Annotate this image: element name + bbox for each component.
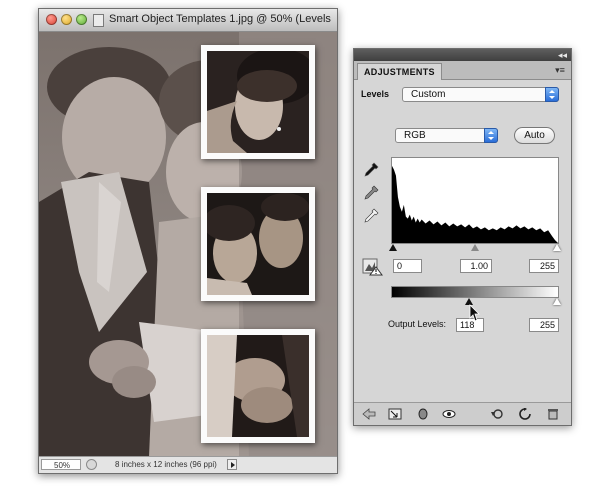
clipping-warning-icon[interactable] — [362, 258, 384, 276]
zoom-window-button[interactable] — [76, 14, 87, 25]
channel-select[interactable]: RGB — [395, 128, 498, 143]
panel-bottom-toolbar — [354, 402, 571, 425]
white-point-eyedropper-icon[interactable] — [363, 208, 379, 224]
clip-to-layer-icon[interactable] — [416, 408, 430, 420]
output-white-field[interactable]: 255 — [529, 318, 559, 332]
panel-tab-bar: ADJUSTMENTS ▾≡ — [354, 61, 571, 80]
document-titlebar[interactable]: Smart Object Templates 1.jpg @ 50% (Leve… — [39, 9, 337, 32]
input-white-field[interactable]: 255 — [529, 259, 559, 273]
expanded-view-icon[interactable] — [388, 408, 402, 420]
reset-icon[interactable] — [518, 408, 532, 420]
auto-button[interactable]: Auto — [514, 127, 555, 144]
preset-select[interactable]: Custom — [402, 87, 559, 102]
gray-point-eyedropper-icon[interactable] — [363, 185, 379, 201]
input-white-handle[interactable] — [553, 244, 561, 251]
photo-hands — [207, 335, 309, 437]
collapse-panel-icon[interactable]: ◂◂ — [558, 49, 567, 61]
minimize-window-button[interactable] — [61, 14, 72, 25]
mouse-cursor-icon — [469, 304, 480, 322]
document-canvas[interactable] — [39, 32, 337, 457]
close-window-button[interactable] — [46, 14, 57, 25]
photo-couple-faces — [207, 193, 309, 295]
black-point-eyedropper-icon[interactable] — [363, 162, 379, 178]
document-proxy-icon[interactable] — [93, 14, 104, 27]
output-white-handle[interactable] — [553, 298, 561, 305]
zoom-level-field[interactable]: 50% — [41, 459, 81, 470]
document-status-bar: 50% 8 inches x 12 inches (96 ppi) — [39, 456, 337, 473]
tab-adjustments[interactable]: ADJUSTMENTS — [357, 63, 442, 80]
channel-select-arrows-icon[interactable] — [484, 128, 498, 143]
trash-icon[interactable] — [546, 408, 560, 420]
output-levels-label: Output Levels: — [388, 319, 447, 329]
document-title: Smart Object Templates 1.jpg @ 50% (Leve… — [109, 13, 331, 25]
levels-histogram — [391, 157, 559, 244]
status-menu-arrow-icon[interactable] — [227, 459, 237, 470]
input-black-field[interactable]: 0 — [393, 259, 422, 273]
status-info-icon[interactable] — [86, 459, 97, 470]
output-levels-gradient — [391, 286, 559, 298]
photo-bride-profile — [207, 51, 309, 153]
visibility-eye-icon[interactable] — [442, 408, 456, 420]
panel-menu-icon[interactable]: ▾≡ — [554, 65, 566, 75]
input-levels-slider[interactable] — [389, 244, 561, 252]
photo-frame-3[interactable] — [201, 329, 315, 443]
photo-frame-2[interactable] — [201, 187, 315, 301]
preset-select-value: Custom — [411, 89, 446, 100]
panel-topbar[interactable]: ◂◂ — [354, 49, 571, 61]
document-window: Smart Object Templates 1.jpg @ 50% (Leve… — [38, 8, 338, 474]
view-previous-state-icon[interactable] — [490, 408, 504, 420]
back-arrow-icon[interactable] — [362, 408, 376, 420]
input-black-handle[interactable] — [389, 244, 397, 251]
channel-select-value: RGB — [404, 130, 426, 141]
photo-frame-1[interactable] — [201, 45, 315, 159]
preset-label: Levels — [361, 89, 390, 99]
input-gamma-field[interactable]: 1.00 — [460, 259, 492, 273]
adjustments-panel: ◂◂ ADJUSTMENTS ▾≡ Levels Custom RGB Auto — [353, 48, 572, 426]
input-gamma-handle[interactable] — [471, 244, 479, 251]
preset-select-arrows-icon[interactable] — [545, 87, 559, 102]
document-size-text: 8 inches x 12 inches (96 ppi) — [115, 460, 217, 469]
